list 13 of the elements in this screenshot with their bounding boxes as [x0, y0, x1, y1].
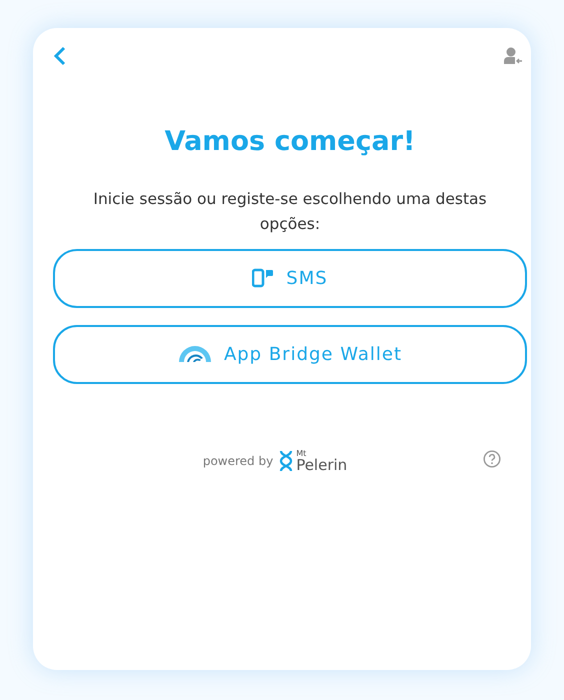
option-button[interactable]: App Bridge Wallet [53, 324, 527, 384]
logo-text: Mt [296, 450, 308, 458]
phone-message-icon [252, 268, 274, 288]
back-icon[interactable] [53, 46, 67, 66]
arch-icon [178, 346, 212, 362]
page-title: Vamos começar! [164, 126, 416, 157]
instruction-text: Inicie sessão ou registe-se escolhendo uma destas opções: [92, 189, 488, 235]
powered-by-label: powered by [202, 454, 274, 468]
help-icon[interactable] [483, 450, 501, 468]
logo-text: Pelerin [296, 458, 348, 473]
option-button[interactable]: SMS [53, 248, 527, 308]
logo-icon [279, 450, 294, 472]
person-arrow-icon[interactable] [503, 47, 523, 65]
